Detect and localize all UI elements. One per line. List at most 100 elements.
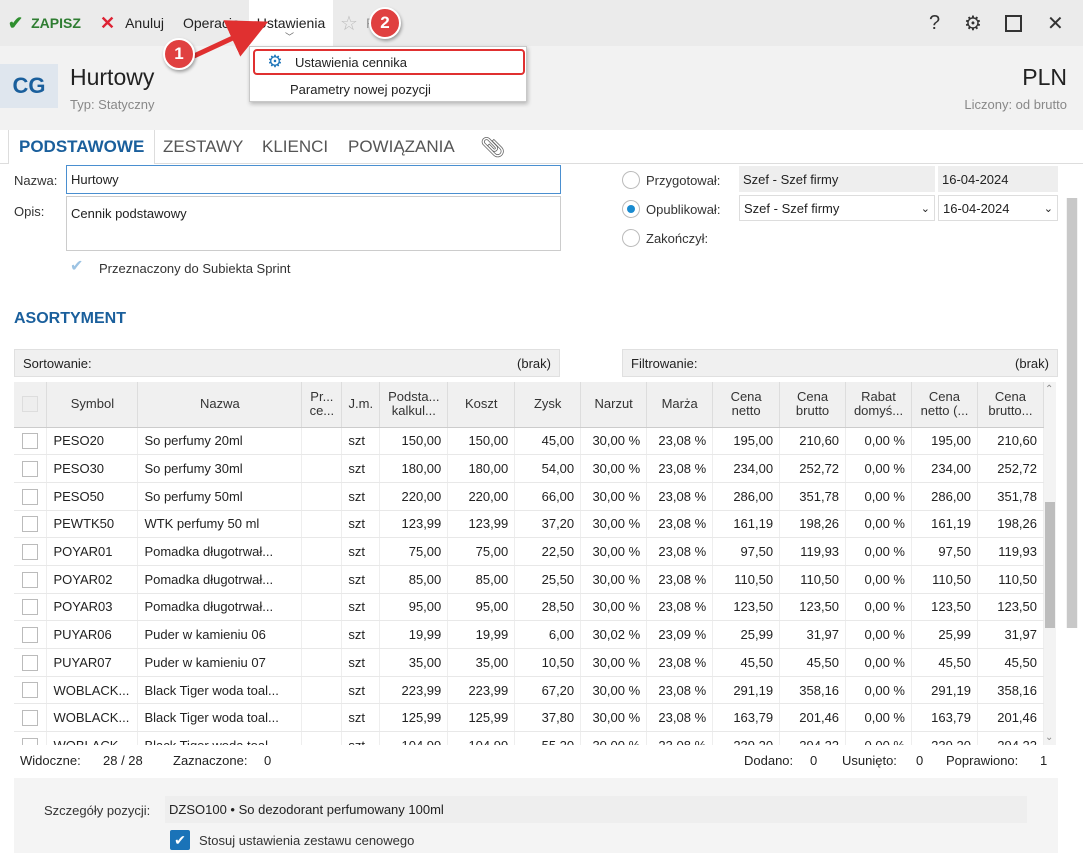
row-checkbox[interactable]	[14, 482, 48, 511]
table-cell: 161,19	[712, 510, 781, 539]
row-checkbox[interactable]	[14, 537, 48, 566]
table-cell: POYAR02	[46, 565, 139, 594]
help-icon[interactable]: ?	[929, 0, 940, 46]
gear-icon[interactable]: ⚙	[964, 0, 982, 46]
maximize-icon[interactable]	[1005, 0, 1022, 46]
table-row[interactable]: PUYAR06 Puder w kamieniu 06 szt 19,99 19,99 6…	[14, 620, 1044, 649]
row-checkbox[interactable]	[14, 620, 48, 649]
column-header[interactable]: J.m.	[341, 382, 381, 428]
table-cell: 23,08 %	[646, 676, 714, 705]
column-header[interactable]: Cena netto (...	[911, 382, 978, 428]
table-cell: 25,99	[911, 620, 978, 649]
table-row[interactable]: WOBLACK... Black Tiger woda toal... szt 223…	[14, 676, 1044, 705]
star-icon[interactable]: ☆	[340, 0, 358, 46]
table-cell: szt	[341, 731, 381, 745]
table-cell: 97,50	[712, 537, 781, 566]
name-field[interactable]: Hurtowy	[66, 165, 561, 194]
cancel-button[interactable]: ✕ Anuluj	[100, 0, 164, 46]
column-header[interactable]: Rabat domyś...	[845, 382, 912, 428]
row-checkbox[interactable]	[14, 648, 48, 677]
tab-clients[interactable]: KLIENCI	[262, 130, 328, 164]
table-scrollbar[interactable]: ⌃ ⌄	[1044, 382, 1056, 745]
table-cell: 0,00 %	[845, 731, 912, 745]
table-row[interactable]: PESO50 So perfumy 50ml szt 220,00 220,00 66,0…	[14, 482, 1044, 511]
row-checkbox[interactable]	[14, 703, 48, 733]
column-header[interactable]: Cena netto	[712, 382, 781, 428]
tab-basic[interactable]: PODSTAWOWE	[8, 130, 156, 164]
close-icon[interactable]: ✕	[1047, 0, 1064, 46]
page-title: Hurtowy	[70, 64, 155, 90]
scroll-down-icon[interactable]: ⌄	[1045, 732, 1053, 743]
column-header[interactable]: Symbol	[46, 382, 139, 428]
row-checkbox[interactable]	[14, 593, 48, 622]
settings-dropdown: ⚙ Ustawienia cennika Parametry nowej poz…	[249, 46, 527, 102]
apply-set-label: Stosuj ustawienia zestawu cenowego	[199, 833, 415, 848]
table-cell: 45,50	[977, 648, 1044, 677]
published-label: Opublikował:	[646, 202, 721, 217]
tab-links[interactable]: POWIĄZANIA	[348, 130, 455, 164]
table-row[interactable]: POYAR02 Pomadka długotrwał... szt 85,00 85,0…	[14, 565, 1044, 594]
column-header[interactable]: Cena brutto	[779, 382, 847, 428]
table-cell: 223,99	[379, 676, 449, 705]
table-cell: 123,99	[447, 510, 516, 539]
table-cell	[301, 565, 343, 594]
column-header[interactable]: Marża	[646, 382, 714, 428]
table-cell: 23,08 %	[646, 565, 714, 594]
table-cell	[301, 703, 343, 733]
column-header[interactable]: Podsta... kalkul...	[379, 382, 449, 428]
sort-bar[interactable]: Sortowanie: (brak)	[14, 349, 560, 377]
menu-item-price-settings[interactable]: ⚙ Ustawienia cennika	[253, 49, 525, 75]
table-row[interactable]: PUYAR07 Puder w kamieniu 07 szt 35,00 35,00 1…	[14, 648, 1044, 677]
column-header[interactable]: Nazwa	[137, 382, 303, 428]
table-cell: 37,80	[514, 703, 582, 733]
column-header[interactable]: Zysk	[514, 382, 582, 428]
save-button[interactable]: ✔ ZAPISZ	[8, 0, 81, 46]
column-header[interactable]: Narzut	[580, 382, 648, 428]
filter-bar[interactable]: Filtrowanie: (brak)	[622, 349, 1058, 377]
row-checkbox[interactable]	[14, 427, 48, 456]
table-row[interactable]: PESO20 So perfumy 20ml szt 150,00 150,00 45,0…	[14, 427, 1044, 456]
checkmark-icon: ✔	[8, 12, 24, 33]
table-cell: 239,20	[911, 731, 978, 745]
table-row[interactable]: POYAR01 Pomadka długotrwał... szt 75,00 75,0…	[14, 537, 1044, 566]
description-field[interactable]: Cennik podstawowy	[66, 196, 561, 251]
table-cell: 23,08 %	[646, 510, 714, 539]
table-cell: PUYAR07	[46, 648, 139, 677]
currency: PLN	[1022, 64, 1067, 90]
table-cell: 163,79	[712, 703, 781, 733]
table-row[interactable]: WOBLACK...Black Tiger woda toal...szt104…	[14, 731, 1044, 745]
table-cell: Puder w kamieniu 07	[137, 648, 303, 677]
table-row[interactable]: POYAR03 Pomadka długotrwał... szt 95,00 95,0…	[14, 593, 1044, 622]
sprint-checkbox[interactable]: ✔	[70, 256, 92, 278]
table-row[interactable]: PESO30 So perfumy 30ml szt 180,00 180,00 54,0…	[14, 454, 1044, 483]
tab-sets[interactable]: ZESTAWY	[163, 130, 243, 164]
published-user-select[interactable]: Szef - Szef firmy ⌄	[739, 195, 935, 221]
row-checkbox[interactable]	[14, 454, 48, 483]
form-scrollbar[interactable]	[1066, 198, 1078, 628]
column-header[interactable]: Pr... ce...	[301, 382, 343, 428]
table-cell: 110,50	[911, 565, 978, 594]
scroll-up-icon[interactable]: ⌃	[1045, 384, 1053, 395]
row-checkbox[interactable]	[14, 676, 48, 705]
finished-radio[interactable]	[622, 229, 640, 247]
name-label: Nazwa:	[14, 173, 58, 188]
table-cell: So perfumy 30ml	[137, 454, 303, 483]
table-cell: 30,00 %	[580, 427, 648, 456]
table-cell: 351,78	[779, 482, 847, 511]
table-cell: 31,97	[977, 620, 1044, 649]
menu-item-new-position-params[interactable]: Parametry nowej pozycji	[250, 76, 526, 102]
sprint-label: Przeznaczony do Subiekta Sprint	[99, 261, 291, 276]
prepared-radio[interactable]	[622, 171, 640, 189]
row-checkbox[interactable]	[14, 510, 48, 539]
table-row[interactable]: WOBLACK... Black Tiger woda toal... szt 125…	[14, 703, 1044, 733]
select-all-header[interactable]	[14, 382, 48, 428]
column-header[interactable]: Koszt	[447, 382, 516, 428]
paperclip-icon[interactable]: 📎︎	[480, 130, 505, 164]
column-header[interactable]: Cena brutto...	[977, 382, 1044, 428]
published-radio[interactable]	[622, 200, 640, 218]
row-checkbox[interactable]	[14, 731, 48, 745]
row-checkbox[interactable]	[14, 565, 48, 594]
table-row[interactable]: PEWTK50 WTK perfumy 50 ml szt 123,99 123,99 3…	[14, 510, 1044, 539]
published-date-select[interactable]: 16-04-2024 ⌄	[938, 195, 1058, 221]
apply-set-checkbox[interactable]: ✔	[170, 830, 190, 850]
